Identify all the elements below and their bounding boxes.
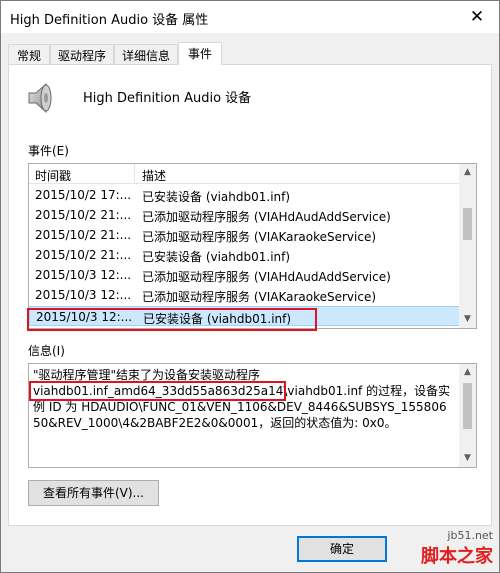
event-time: 2015/10/2 21:... <box>35 248 132 262</box>
event-row[interactable]: 2015/10/2 21:... 已添加驱动程序服务 (VIAHdAudAddS… <box>29 205 460 225</box>
event-description: 已添加驱动程序服务 (VIAKaraokeService) <box>142 230 377 244</box>
tab-details[interactable]: 详细信息 <box>114 44 178 64</box>
scrollbar-thumb[interactable] <box>463 208 472 240</box>
event-row[interactable]: 2015/10/2 21:... 已添加驱动程序服务 (VIAKaraokeSe… <box>29 225 460 245</box>
event-time: 2015/10/2 21:... <box>35 228 132 242</box>
selected-row-highlight-box <box>27 308 317 331</box>
scrollbar-thumb[interactable] <box>463 383 472 429</box>
column-divider[interactable] <box>134 164 135 184</box>
event-description: 已安装设备 (viahdb01.inf) <box>142 190 291 204</box>
event-time: 2015/10/2 21:... <box>35 208 132 222</box>
scroll-down-icon[interactable]: ▼ <box>459 450 476 467</box>
tab-general[interactable]: 常规 <box>8 44 50 64</box>
info-scrollbar[interactable]: ▲ ▼ <box>459 364 476 467</box>
event-description: 已添加驱动程序服务 (VIAHdAudAddService) <box>142 270 391 284</box>
window-title: High Definition Audio 设备 属性 <box>10 13 209 28</box>
event-row[interactable]: 2015/10/3 12:... 已添加驱动程序服务 (VIAKaraokeSe… <box>29 285 460 305</box>
ok-button[interactable]: 确定 <box>297 536 387 562</box>
events-list[interactable]: 时间戳 描述 2015/10/2 17:... 已安装设备 (viahdb01.… <box>28 163 477 329</box>
title-bar: High Definition Audio 设备 属性 ✕ <box>1 1 499 33</box>
scroll-down-icon[interactable]: ▼ <box>459 311 476 328</box>
watermark: jb51.net 脚本之家 <box>421 529 493 568</box>
column-header-description[interactable]: 描述 <box>142 167 166 184</box>
event-time: 2015/10/3 12:... <box>35 268 132 282</box>
info-textbox[interactable]: "驱动程序管理"结束了为设备安装驱动程序 viahdb01.inf_amd64_… <box>28 363 477 468</box>
event-time: 2015/10/3 12:... <box>35 288 132 302</box>
speaker-icon <box>28 82 52 114</box>
scroll-up-icon[interactable]: ▲ <box>459 164 476 181</box>
inf-folder-highlight-box <box>29 381 286 401</box>
scroll-up-icon[interactable]: ▲ <box>459 364 476 381</box>
event-row[interactable]: 2015/10/3 12:... 已添加驱动程序服务 (VIAHdAudAddS… <box>29 265 460 285</box>
info-label: 信息(I) <box>28 344 65 358</box>
event-description: 已添加驱动程序服务 (VIAKaraokeService) <box>142 290 377 304</box>
event-row[interactable]: 2015/10/2 17:... 已安装设备 (viahdb01.inf) <box>29 185 460 205</box>
event-row[interactable]: 2015/10/2 21:... 已安装设备 (viahdb01.inf) <box>29 245 460 265</box>
tab-events[interactable]: 事件 <box>178 42 222 65</box>
events-header: 时间戳 描述 <box>29 164 460 184</box>
column-header-timestamp[interactable]: 时间戳 <box>35 167 71 184</box>
tab-panel-events: High Definition Audio 设备 事件(E) 时间戳 描述 20… <box>8 64 492 526</box>
events-label: 事件(E) <box>28 144 69 158</box>
event-description: 已安装设备 (viahdb01.inf) <box>142 250 291 264</box>
events-scrollbar[interactable]: ▲ ▼ <box>459 164 476 328</box>
event-description: 已添加驱动程序服务 (VIAHdAudAddService) <box>142 210 391 224</box>
event-time: 2015/10/2 17:... <box>35 188 132 202</box>
properties-dialog: High Definition Audio 设备 属性 ✕ 常规 驱动程序 详细… <box>0 0 500 573</box>
device-name: High Definition Audio 设备 <box>83 91 252 106</box>
info-line-1: "驱动程序管理"结束了为设备安装驱动程序 <box>33 368 261 382</box>
tab-driver[interactable]: 驱动程序 <box>50 44 114 64</box>
close-icon[interactable]: ✕ <box>465 5 489 29</box>
watermark-logo: 脚本之家 <box>421 546 493 567</box>
view-all-events-button[interactable]: 查看所有事件(V)... <box>28 480 159 506</box>
watermark-url: jb51.net <box>447 529 493 542</box>
